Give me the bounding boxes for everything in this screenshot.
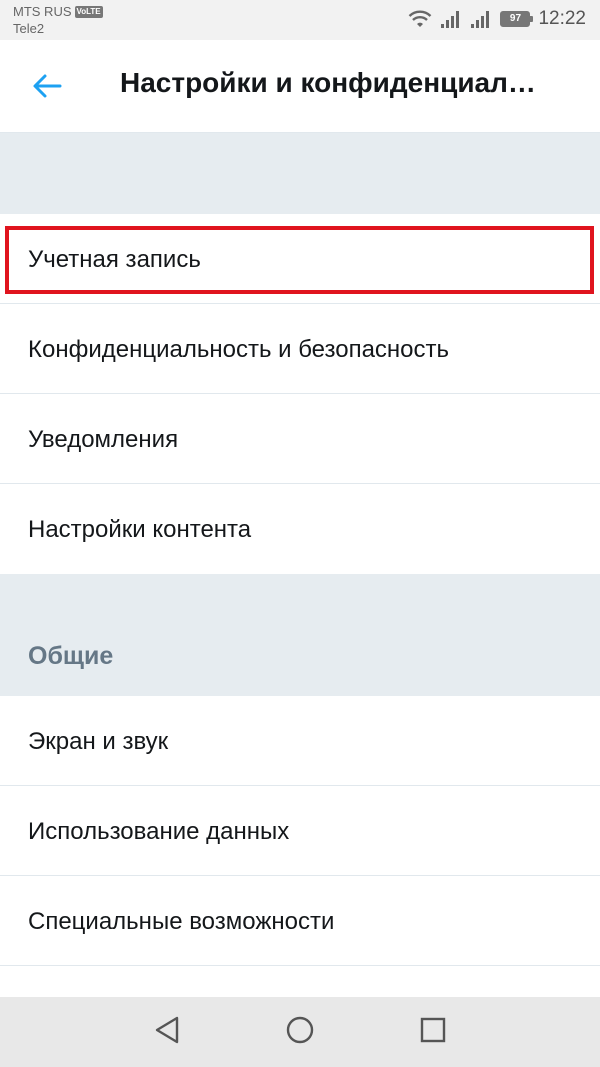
carrier-primary: MTS RUS VoLTE <box>13 4 103 19</box>
back-button[interactable] <box>27 68 67 108</box>
nav-home-button[interactable] <box>282 1014 318 1050</box>
general-section-header-bg: Общие <box>0 574 600 696</box>
settings-item-data-usage[interactable]: Использование данных <box>0 786 600 876</box>
settings-item-label: Учетная запись <box>28 246 201 273</box>
section-spacer <box>0 133 600 214</box>
clock: 12:22 <box>538 8 586 29</box>
settings-item-label: Настройки контента <box>28 516 252 543</box>
status-bar: MTS RUS VoLTE Tele2 97 12:22 <box>0 0 600 40</box>
settings-item-display-sound[interactable]: Экран и звук <box>0 696 600 786</box>
settings-item-label: Специальные возможности <box>28 908 335 935</box>
settings-item-label: Экран и звук <box>28 728 169 755</box>
settings-item-accessibility[interactable]: Специальные возможности <box>0 876 600 966</box>
back-triangle-icon <box>153 1015 181 1050</box>
recents-square-icon <box>419 1016 447 1049</box>
carrier-secondary: Tele2 <box>13 21 45 36</box>
arrow-left-icon <box>32 73 62 104</box>
nav-recents-button[interactable] <box>415 1014 451 1050</box>
app-bar: Настройки и конфиденциал… <box>0 40 600 133</box>
page-title: Настройки и конфиденциал… <box>120 67 536 98</box>
battery-icon: 97 <box>500 11 534 27</box>
settings-item-privacy-security[interactable]: Конфиденциальность и безопасность <box>0 304 600 394</box>
section-header-general: Общие <box>28 642 114 670</box>
settings-item-label: Уведомления <box>28 426 179 453</box>
signal-icon-2 <box>470 9 492 29</box>
settings-item-notifications[interactable]: Уведомления <box>0 394 600 484</box>
volte-badge: VoLTE <box>74 5 103 18</box>
wifi-icon <box>408 9 432 29</box>
carrier-primary-label: MTS RUS <box>13 4 72 19</box>
home-circle-icon <box>285 1015 315 1050</box>
nav-back-button[interactable] <box>149 1014 185 1050</box>
settings-item-content-settings[interactable]: Настройки контента <box>0 484 600 574</box>
system-nav-bar <box>0 997 600 1067</box>
status-icons: 97 12:22 <box>408 8 586 30</box>
signal-icon-1 <box>440 9 462 29</box>
settings-item-label: Использование данных <box>28 818 290 845</box>
settings-item-account[interactable]: Учетная запись <box>0 214 600 304</box>
settings-item-label: Конфиденциальность и безопасность <box>28 336 450 363</box>
